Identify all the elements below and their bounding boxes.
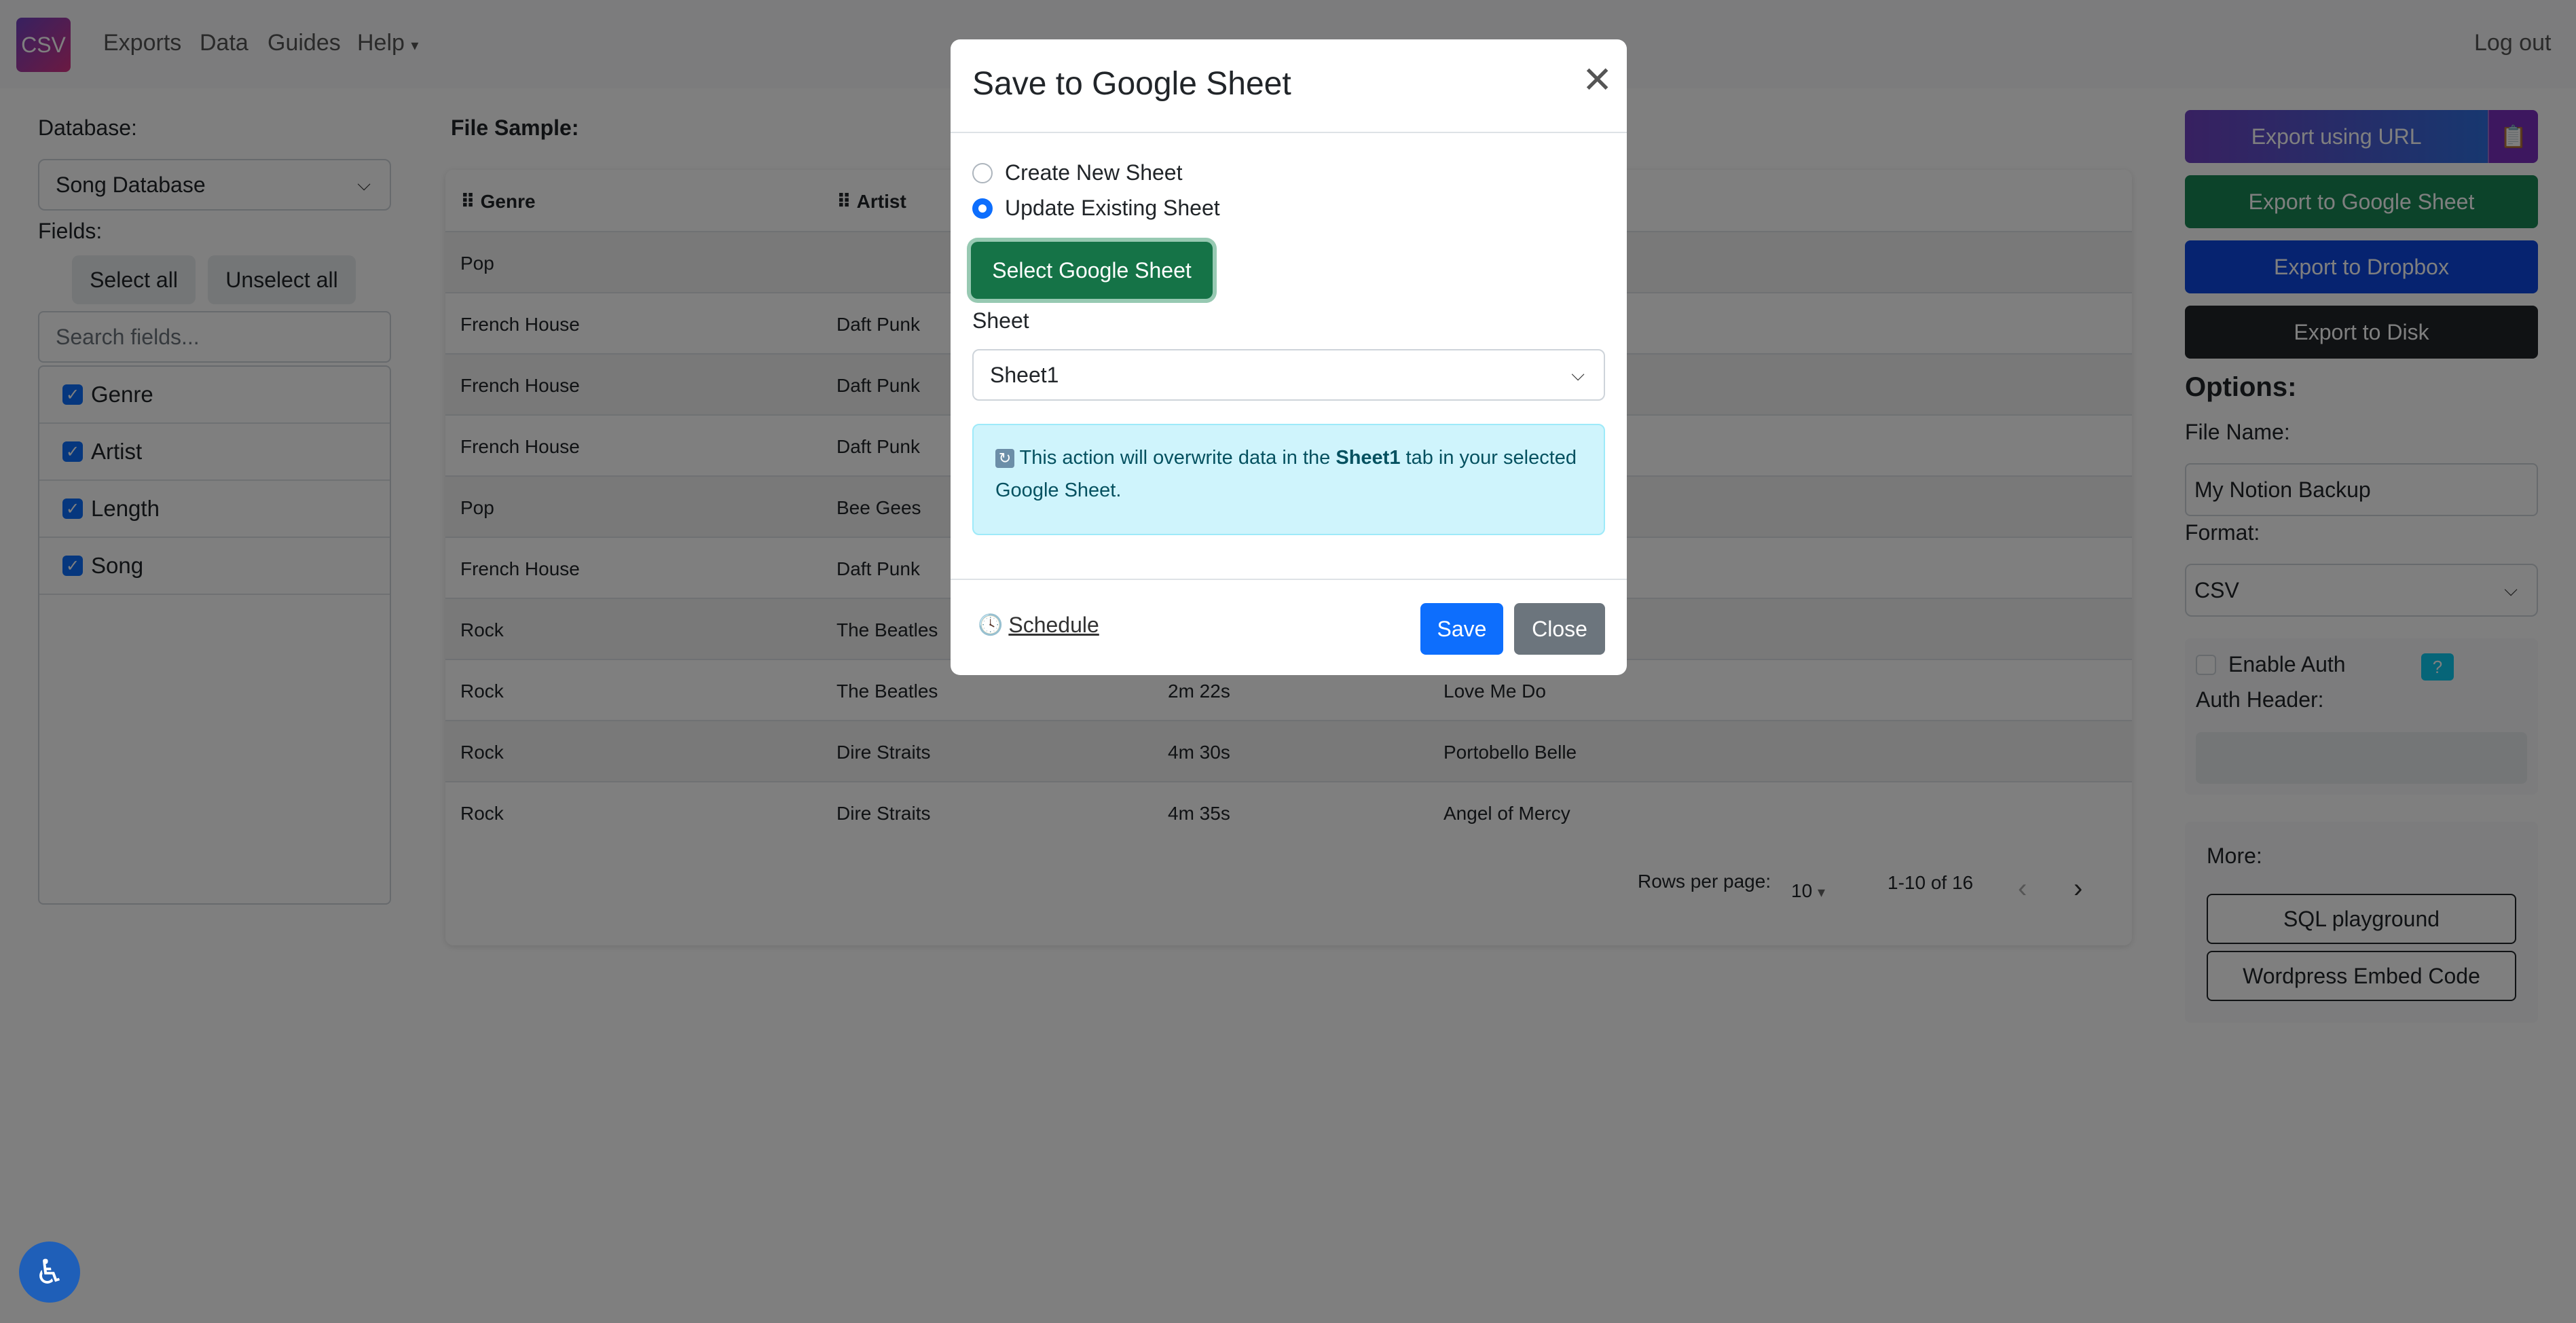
clock-icon: 🕓: [978, 614, 1004, 636]
select-google-sheet-button[interactable]: Select Google Sheet: [971, 242, 1213, 299]
info-text-sheet-name: Sheet1: [1336, 447, 1401, 469]
save-to-google-sheet-modal: Save to Google Sheet ✕ Create New Sheet …: [951, 39, 1627, 675]
radio-label: Create New Sheet: [1005, 160, 1183, 185]
modal-footer-divider: [951, 579, 1627, 580]
sheet-value: Sheet1: [990, 362, 1059, 387]
radio-input[interactable]: [972, 162, 993, 183]
accessibility-icon[interactable]: ♿: [19, 1242, 80, 1303]
info-text-prefix: This action will overwrite data in the: [1019, 447, 1336, 469]
close-button[interactable]: Close: [1514, 603, 1605, 655]
radio-input[interactable]: [972, 198, 993, 219]
radio-update-existing-sheet[interactable]: Update Existing Sheet: [972, 196, 1220, 221]
save-button[interactable]: Save: [1420, 603, 1503, 655]
schedule-link[interactable]: 🕓 Schedule: [978, 613, 1099, 638]
close-icon[interactable]: ✕: [1582, 62, 1613, 98]
modal-header-divider: [951, 132, 1627, 133]
schedule-label: Schedule: [1008, 613, 1099, 637]
sheet-select[interactable]: Sheet1 ⌵: [972, 349, 1605, 401]
refresh-icon: ↻: [995, 449, 1014, 469]
sheet-label: Sheet: [972, 308, 1029, 333]
chevron-down-icon: ⌵: [1571, 364, 1585, 384]
radio-label: Update Existing Sheet: [1005, 196, 1220, 220]
modal-title: Save to Google Sheet: [972, 66, 1291, 102]
radio-create-new-sheet[interactable]: Create New Sheet: [972, 160, 1182, 185]
overwrite-info-alert: ↻ This action will overwrite data in the…: [972, 424, 1605, 535]
